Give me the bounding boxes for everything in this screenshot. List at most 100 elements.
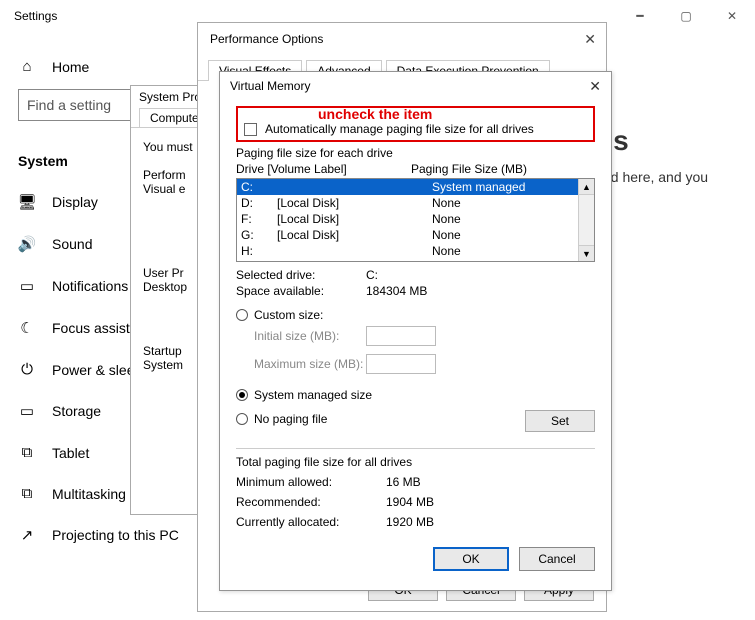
- nav-sound-label: Sound: [52, 236, 92, 252]
- totals-label: Total paging file size for all drives: [236, 455, 595, 469]
- drive-letter: H:: [241, 243, 277, 259]
- vm-cancel-button[interactable]: Cancel: [519, 547, 595, 571]
- currently-allocated-label: Currently allocated:: [236, 515, 386, 529]
- nav-notifications-label: Notifications: [52, 278, 128, 294]
- nav-storage-label: Storage: [52, 403, 101, 419]
- scroll-down-icon[interactable]: ▼: [579, 245, 594, 261]
- min-allowed-value: 16 MB: [386, 475, 421, 489]
- custom-size-label: Custom size:: [254, 308, 323, 322]
- radio-icon: [236, 389, 248, 401]
- system-managed-radio[interactable]: System managed size: [236, 388, 595, 402]
- drive-row[interactable]: C: System managed: [237, 179, 594, 195]
- nav-tablet-label: Tablet: [52, 445, 89, 461]
- drive-size: None: [432, 211, 590, 227]
- maximize-button[interactable]: ▢: [663, 0, 709, 32]
- annotation-text: uncheck the item: [318, 106, 432, 122]
- max-size-label: Maximum size (MB):: [254, 357, 366, 371]
- settings-body: gs ved here, and you: [596, 125, 708, 185]
- radio-icon: [236, 413, 248, 425]
- min-allowed-label: Minimum allowed:: [236, 475, 386, 489]
- nav-projecting-label: Projecting to this PC: [52, 527, 179, 543]
- initial-size-label: Initial size (MB):: [254, 329, 366, 343]
- drive-label: [Local Disk]: [277, 211, 432, 227]
- drive-letter: C:: [241, 179, 277, 195]
- perf-close-button[interactable]: ✕: [584, 31, 596, 48]
- projecting-icon: ↗: [18, 526, 36, 544]
- drive-row[interactable]: D: [Local Disk] None: [237, 195, 594, 211]
- drive-label: [277, 179, 432, 195]
- auto-manage-checkbox[interactable]: Automatically manage paging file size fo…: [244, 122, 587, 136]
- vm-close-button[interactable]: ✕: [589, 78, 601, 95]
- drive-scrollbar[interactable]: ▲ ▼: [578, 179, 594, 261]
- max-size-input[interactable]: [366, 354, 436, 374]
- display-icon: 🖥: [18, 193, 36, 211]
- body-heading-partial: gs: [596, 125, 708, 157]
- perf-title-text: Performance Options: [210, 32, 323, 46]
- multitasking-icon: ⧉: [18, 485, 36, 502]
- sound-icon: 🔊: [18, 235, 36, 253]
- auto-manage-label: Automatically manage paging file size fo…: [265, 122, 534, 136]
- totals-box: Total paging file size for all drives Mi…: [236, 448, 595, 529]
- storage-icon: ▭: [18, 402, 36, 420]
- recommended-value: 1904 MB: [386, 495, 434, 509]
- annotation-box: uncheck the item Automatically manage pa…: [236, 106, 595, 142]
- home-icon: ⌂: [18, 58, 36, 75]
- drive-head-drive: Drive [Volume Label]: [236, 162, 411, 176]
- perf-titlebar: Performance Options ✕: [198, 23, 606, 55]
- vm-ok-button[interactable]: OK: [433, 547, 509, 571]
- drive-letter: F:: [241, 211, 277, 227]
- vm-titlebar: Virtual Memory ✕: [220, 72, 611, 100]
- drive-label: [Local Disk]: [277, 195, 432, 211]
- radio-icon: [236, 309, 248, 321]
- drive-row[interactable]: F: [Local Disk] None: [237, 211, 594, 227]
- custom-size-radio[interactable]: Custom size:: [236, 308, 595, 322]
- set-button[interactable]: Set: [525, 410, 595, 432]
- focus-assist-icon: ☾: [18, 319, 36, 337]
- drive-size: System managed: [432, 179, 590, 195]
- currently-allocated-value: 1920 MB: [386, 515, 434, 529]
- drive-letter: G:: [241, 227, 277, 243]
- nav-multitasking-label: Multitasking: [52, 486, 126, 502]
- size-inputs: Initial size (MB): Maximum size (MB):: [254, 326, 595, 374]
- selected-drive-value: C:: [366, 268, 378, 282]
- drive-size: None: [432, 227, 590, 243]
- body-text-partial: ved here, and you: [596, 169, 708, 185]
- drive-size: None: [432, 195, 590, 211]
- initial-size-input[interactable]: [366, 326, 436, 346]
- close-button[interactable]: ✕: [709, 0, 755, 32]
- vm-title-text: Virtual Memory: [230, 79, 310, 93]
- settings-title: Settings: [14, 9, 57, 23]
- drive-list[interactable]: C: System managed D: [Local Disk] None F…: [236, 178, 595, 262]
- nav-power-label: Power & slee: [52, 362, 134, 378]
- no-paging-label: No paging file: [254, 412, 327, 426]
- drive-row[interactable]: G: [Local Disk] None: [237, 227, 594, 243]
- space-available-value: 184304 MB: [366, 284, 427, 298]
- space-available-label: Space available:: [236, 284, 366, 298]
- paging-section-label: Paging file size for each drive: [236, 146, 595, 160]
- drive-letter: D:: [241, 195, 277, 211]
- nav-home-label: Home: [52, 59, 89, 75]
- checkbox-icon: [244, 123, 257, 136]
- vm-buttons: OK Cancel: [236, 547, 595, 571]
- drive-size: None: [432, 243, 590, 259]
- nav-display-label: Display: [52, 194, 98, 210]
- drive-head-size: Paging File Size (MB): [411, 162, 527, 176]
- recommended-label: Recommended:: [236, 495, 386, 509]
- virtual-memory-dialog: Virtual Memory ✕ uncheck the item Automa…: [219, 71, 612, 591]
- minimize-button[interactable]: ━: [617, 0, 663, 32]
- drive-label: [Local Disk]: [277, 227, 432, 243]
- nav-focus-assist-label: Focus assist: [52, 320, 130, 336]
- selected-drive-label: Selected drive:: [236, 268, 366, 282]
- drive-header: Drive [Volume Label] Paging File Size (M…: [236, 162, 595, 176]
- system-managed-label: System managed size: [254, 388, 372, 402]
- drive-label: [277, 243, 432, 259]
- power-icon: ⏻: [18, 361, 36, 378]
- search-placeholder: Find a setting: [27, 97, 111, 113]
- vm-body: uncheck the item Automatically manage pa…: [220, 100, 611, 581]
- notifications-icon: ▭: [18, 277, 36, 295]
- drive-row[interactable]: H: None: [237, 243, 594, 259]
- window-controls: ━ ▢ ✕: [617, 0, 755, 32]
- tablet-icon: ⧉: [18, 444, 36, 461]
- scroll-up-icon[interactable]: ▲: [579, 179, 594, 195]
- nav-system-label: System: [18, 153, 68, 169]
